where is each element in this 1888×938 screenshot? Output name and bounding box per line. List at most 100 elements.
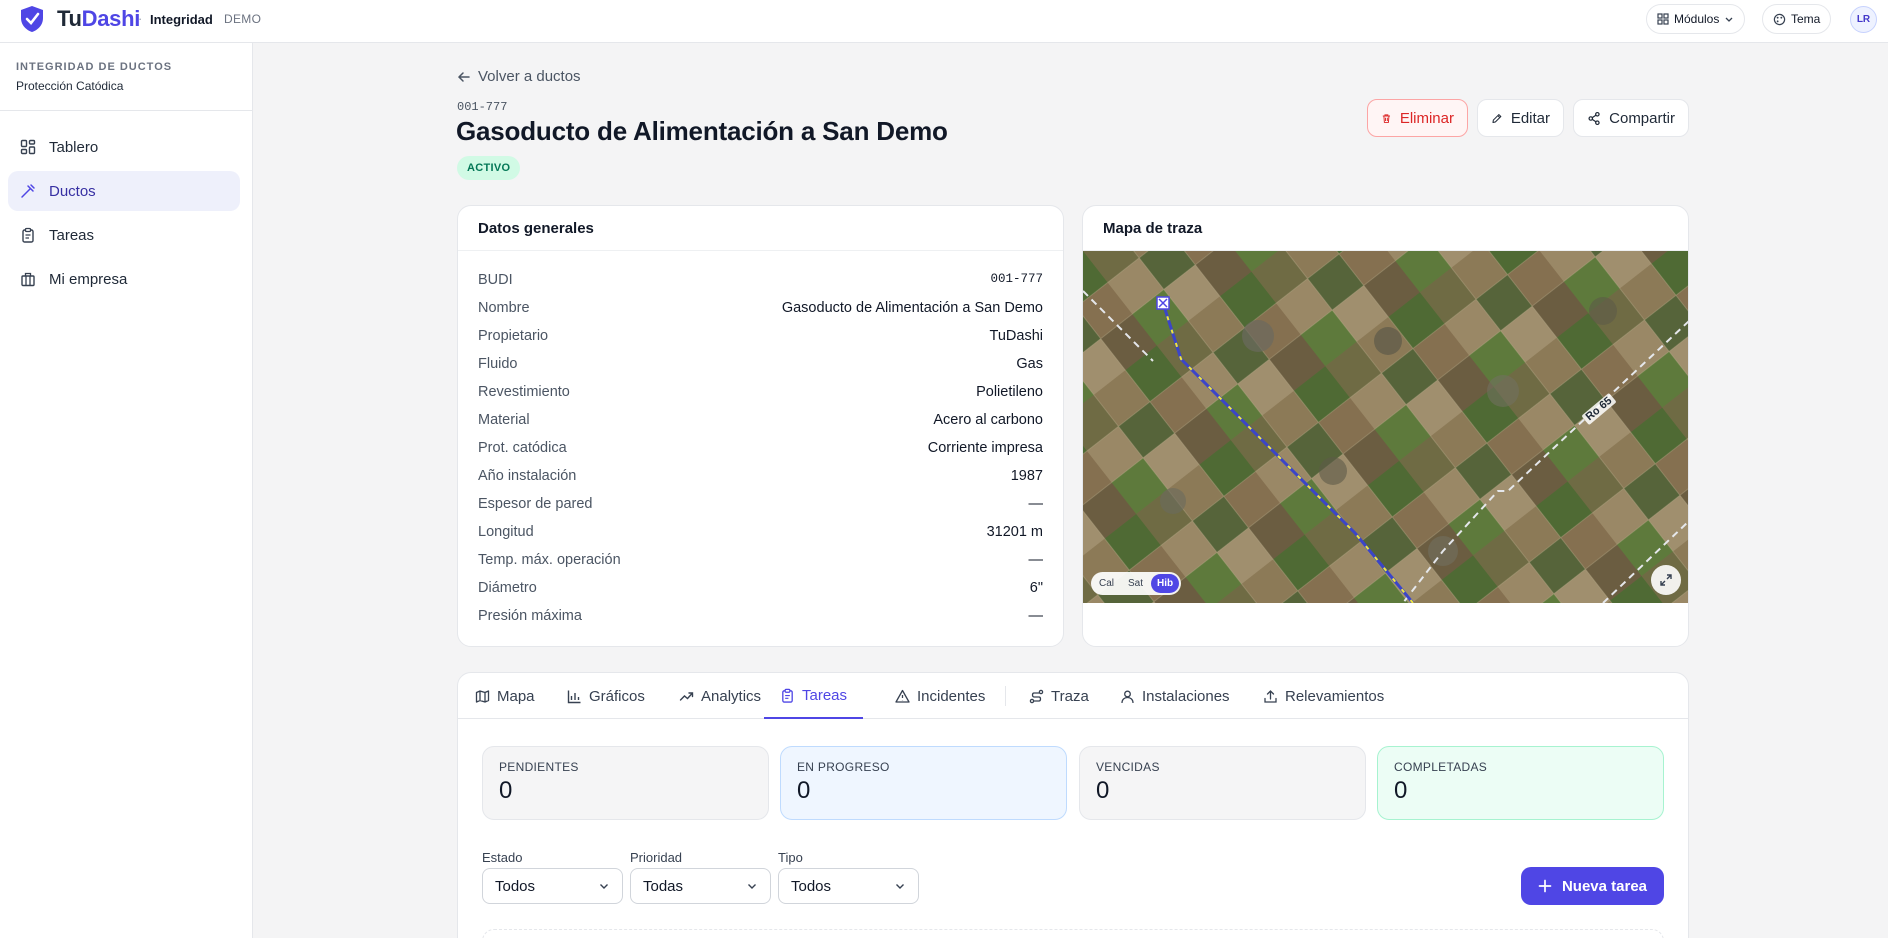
data-row-key: Temp. máx. operación (478, 552, 621, 568)
tab-label: Tareas (802, 686, 848, 704)
sidebar-item-label: Ductos (49, 182, 96, 200)
tab-traza[interactable]: Traza (1029, 673, 1089, 719)
share-label: Compartir (1609, 109, 1675, 127)
stat-pendientes: PENDIENTES 0 (482, 746, 769, 820)
dashboard-icon (20, 139, 36, 155)
chevron-down-icon (748, 884, 756, 889)
data-row-key: Material (478, 412, 530, 428)
data-row-propietario: Propietario TuDashi (478, 328, 1043, 344)
tab-incidentes[interactable]: Incidentes (895, 673, 985, 719)
stat-label: VENCIDAS (1096, 760, 1160, 774)
user-avatar[interactable]: LR (1850, 6, 1877, 33)
filter-estado-select[interactable]: Todos (482, 868, 623, 904)
sidebar-item-tareas[interactable]: Tareas (8, 215, 240, 255)
data-row-fluido: Fluido Gas (478, 356, 1043, 372)
map-layer-hib[interactable]: Hib (1151, 574, 1180, 593)
data-row-espesor: Espesor de pared — (478, 496, 1043, 512)
stat-label: EN PROGRESO (797, 760, 890, 774)
sidebar-section-title: INTEGRIDAD DE DUCTOS (16, 61, 173, 73)
route-map-card: Mapa de traza Ro 65 Cal Sat Hib (1082, 205, 1689, 647)
page-title: Gasoducto de Alimentación a San Demo (456, 116, 948, 146)
map-icon (475, 689, 490, 703)
data-row-material: Material Acero al carbono (478, 412, 1043, 428)
details-panel: Mapa Gráficos Analytics Tareas Incidente… (457, 672, 1689, 938)
map-layer-sat[interactable]: Sat (1122, 574, 1149, 593)
details-tabs: Mapa Gráficos Analytics Tareas Incidente… (458, 673, 1688, 719)
palette-icon (1773, 13, 1786, 25)
stat-value: 0 (1096, 777, 1110, 804)
tasks-empty-area (482, 929, 1664, 938)
data-row-key: Espesor de pared (478, 496, 593, 512)
back-link[interactable]: Volver a ductos (457, 68, 581, 85)
tab-mapa[interactable]: Mapa (475, 673, 535, 719)
data-row-value: — (1028, 608, 1044, 624)
theme-button[interactable]: Tema (1762, 4, 1832, 34)
sidebar-divider (0, 110, 253, 111)
data-row-presion-max: Presión máxima — (478, 608, 1043, 624)
map-layer-cal[interactable]: Cal (1093, 574, 1120, 593)
sidebar-item-tablero[interactable]: Tablero (8, 127, 240, 167)
alert-triangle-icon (895, 689, 910, 703)
sidebar-item-ductos[interactable]: Ductos (8, 171, 240, 211)
tab-analytics[interactable]: Analytics (679, 673, 761, 719)
sidebar: INTEGRIDAD DE DUCTOS Protección Catódica… (0, 43, 253, 938)
install-icon (1121, 690, 1134, 703)
clipboard-icon (22, 227, 34, 243)
data-row-key: Año instalación (478, 468, 577, 484)
env-badge: DEMO (224, 12, 262, 26)
data-row-key: Fluido (478, 356, 518, 372)
brand-logo[interactable]: TuDashi (57, 6, 140, 32)
data-row-value: — (1028, 552, 1044, 568)
pipeline-code: 001-777 (457, 100, 508, 114)
sidebar-item-mi-empresa[interactable]: Mi empresa (8, 259, 240, 299)
shield-logo-icon (21, 6, 43, 32)
data-row-budi: BUDI 001-777 (478, 272, 1043, 288)
expand-map-button[interactable] (1651, 565, 1681, 595)
filter-tipo-select[interactable]: Todos (778, 868, 919, 904)
stat-label: COMPLETADAS (1394, 760, 1488, 774)
route-map-title: Mapa de traza (1083, 206, 1688, 251)
chevron-down-icon (896, 884, 904, 889)
tab-label: Gráficos (589, 687, 645, 705)
data-row-anio-instalacion: Año instalación 1987 (478, 468, 1043, 484)
data-row-temp-max: Temp. máx. operación — (478, 552, 1043, 568)
filter-value: Todas (643, 877, 684, 895)
stat-completadas: COMPLETADAS 0 (1377, 746, 1664, 820)
tab-graficos[interactable]: Gráficos (567, 673, 645, 719)
chevron-down-icon (1725, 17, 1733, 22)
tab-relevamientos[interactable]: Relevamientos (1263, 673, 1384, 719)
data-row-key: Prot. catódica (478, 440, 567, 456)
modules-button[interactable]: Módulos (1646, 4, 1746, 34)
theme-label: Tema (1791, 12, 1821, 26)
sidebar-item-label: Mi empresa (49, 270, 128, 288)
data-row-longitud: Longitud 31201 m (478, 524, 1043, 540)
general-data-title: Datos generales (458, 206, 1063, 251)
satellite-map-canvas (1083, 251, 1688, 622)
top-bar: TuDashi · Integridad DEMO Módulos Tema L… (0, 0, 1888, 43)
data-row-value: 001-777 (990, 272, 1043, 286)
data-row-value: Polietileno (976, 384, 1043, 400)
data-row-value: Gas (1016, 356, 1043, 372)
stat-value: 0 (797, 777, 811, 804)
tab-instalaciones[interactable]: Instalaciones (1120, 673, 1230, 719)
edit-button[interactable]: Editar (1477, 99, 1564, 137)
stat-en-progreso: EN PROGRESO 0 (780, 746, 1067, 820)
data-row-revestimiento: Revestimiento Polietileno (478, 384, 1043, 400)
grid-icon (1657, 13, 1669, 25)
trend-icon (679, 691, 694, 701)
delete-button[interactable]: Eliminar (1367, 99, 1468, 137)
tab-tareas[interactable]: Tareas (764, 673, 864, 719)
filter-value: Todos (791, 877, 832, 895)
satellite-map[interactable]: Ro 65 Cal Sat Hib (1083, 251, 1688, 622)
filter-prioridad-select[interactable]: Todas (630, 868, 771, 904)
clipboard-icon (782, 688, 793, 703)
expand-icon (1660, 574, 1672, 586)
arrow-left-icon (457, 71, 470, 82)
trash-icon (1382, 113, 1391, 123)
share-button[interactable]: Compartir (1573, 99, 1689, 137)
data-row-value: Gasoducto de Alimentación a San Demo (781, 300, 1043, 316)
new-task-button[interactable]: Nueva tarea (1521, 867, 1664, 905)
status-badge: ACTIVO (457, 156, 521, 180)
module-name: Integridad (150, 12, 213, 27)
map-layer-toggle: Cal Sat Hib (1091, 572, 1182, 595)
